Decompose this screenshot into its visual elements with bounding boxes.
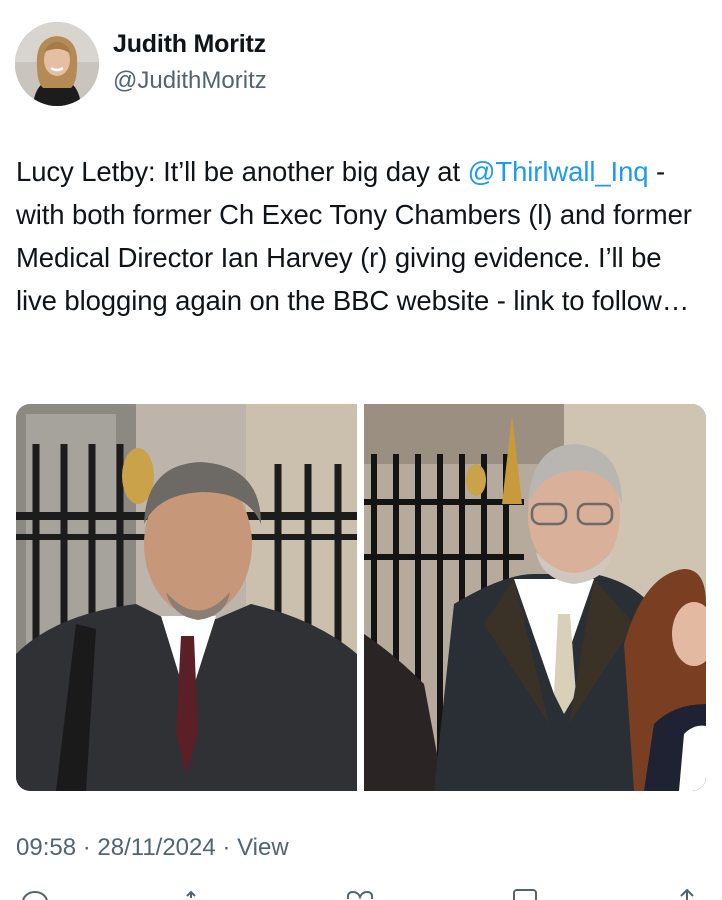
avatar-image [15, 22, 99, 106]
reply-icon[interactable] [20, 888, 50, 900]
tweet-text-part: Lucy Letby: It’ll be another big day at [16, 156, 468, 187]
views-link[interactable]: View [237, 834, 289, 861]
action-bar [0, 888, 722, 900]
photo-left[interactable] [16, 404, 357, 791]
photo-right-image [364, 404, 706, 791]
like-icon[interactable] [345, 888, 375, 900]
display-name[interactable]: Judith Moritz [113, 30, 266, 59]
tweet: Judith Moritz @JudithMoritz Lucy Letby: … [0, 0, 722, 900]
mention-link[interactable]: @Thirlwall_Inq [468, 156, 649, 187]
tweet-date[interactable]: 28/11/2024 [97, 834, 215, 861]
meta-separator: · [76, 834, 98, 861]
photo-right[interactable] [364, 404, 706, 791]
tweet-time[interactable]: 09:58 [16, 834, 76, 861]
meta-separator: · [215, 834, 238, 861]
retweet-icon[interactable] [185, 888, 215, 900]
handle[interactable]: @JudithMoritz [113, 67, 267, 95]
share-icon[interactable] [672, 888, 702, 900]
photo-left-image [16, 404, 357, 791]
bookmark-icon[interactable] [510, 888, 540, 900]
tweet-text: Lucy Letby: It’ll be another big day at … [16, 150, 706, 322]
tweet-meta: 09:58 · 28/11/2024 · View [16, 834, 289, 862]
avatar[interactable] [15, 22, 99, 106]
